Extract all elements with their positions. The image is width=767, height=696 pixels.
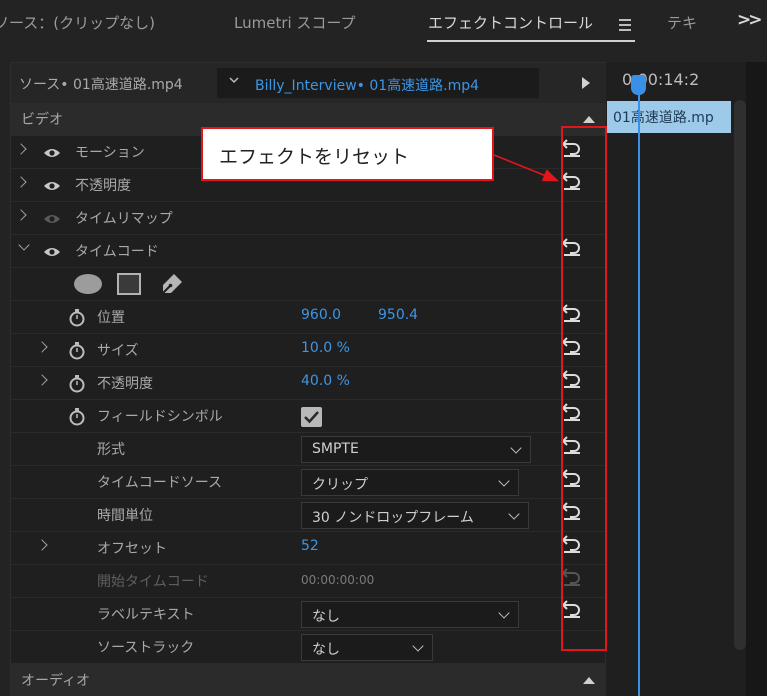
checkmark-icon xyxy=(304,411,319,424)
time-unit-dropdown[interactable]: 30 ノンドロップフレーム xyxy=(301,502,529,529)
label-text-dropdown[interactable]: なし xyxy=(301,601,519,628)
time-unit-dropdown-value: 30 ノンドロップフレーム xyxy=(312,510,474,526)
format-dropdown-value: SMPTE xyxy=(312,441,359,457)
property-label-field-symbol: フィールドシンボル xyxy=(97,409,223,425)
mask-tools-row xyxy=(11,268,607,301)
show-timeline-toggle-icon[interactable] xyxy=(582,77,590,89)
property-row-position: 位置 960.0 950.4 xyxy=(11,301,607,334)
collapse-arrow-icon[interactable] xyxy=(583,677,595,684)
expand-arrow-icon[interactable] xyxy=(36,341,48,353)
property-row-field-symbol: フィールドシンボル xyxy=(11,400,607,433)
stopwatch-icon[interactable] xyxy=(68,308,86,327)
property-label-time-unit: 時間単位 xyxy=(97,508,153,524)
property-label-opacity: 不透明度 xyxy=(97,376,153,392)
ellipse-mask-icon[interactable] xyxy=(74,274,102,294)
more-tabs-icon[interactable]: >> xyxy=(737,10,762,30)
eye-icon[interactable] xyxy=(43,147,61,159)
tab-effect-controls[interactable]: エフェクトコントロール xyxy=(428,12,593,33)
active-tab-underline xyxy=(427,40,635,42)
property-label-timecode-source: タイムコードソース xyxy=(97,475,223,491)
sequence-clip-dropdown[interactable]: Billy_Interview• 01高速道路.mp4 xyxy=(217,68,539,98)
timeline-clip[interactable]: 01高速道路.mp xyxy=(607,101,731,133)
property-label-position: 位置 xyxy=(97,310,125,326)
property-label-size: サイズ xyxy=(97,343,139,359)
expand-arrow-icon[interactable] xyxy=(15,176,27,188)
chevron-down-icon xyxy=(412,640,424,652)
pen-mask-icon[interactable] xyxy=(157,271,185,299)
expand-arrow-icon[interactable] xyxy=(15,209,27,221)
chevron-down-icon xyxy=(498,607,510,619)
position-x-value[interactable]: 960.0 xyxy=(301,307,341,323)
property-row-opacity: 不透明度 40.0 % xyxy=(11,367,607,400)
stopwatch-icon[interactable] xyxy=(68,407,86,426)
label-text-dropdown-value: なし xyxy=(312,609,340,625)
vertical-scrollbar[interactable] xyxy=(734,100,746,650)
source-track-dropdown-value: なし xyxy=(312,642,340,658)
mini-timeline[interactable]: 0:00:14:2 01高速道路.mp xyxy=(606,62,767,696)
property-row-start-timecode: 開始タイムコード 00:00:00:00 xyxy=(11,565,607,598)
expand-arrow-icon[interactable] xyxy=(36,539,48,551)
timecode-source-dropdown[interactable]: クリップ xyxy=(301,469,519,496)
source-row: ソース• 01高速道路.mp4 Billy_Interview• 01高速道路.… xyxy=(11,63,607,103)
property-row-source-track: ソーストラック なし xyxy=(11,631,607,664)
tab-text[interactable]: テキ xyxy=(667,12,697,33)
size-value[interactable]: 10.0 % xyxy=(301,340,350,356)
rectangle-mask-icon[interactable] xyxy=(117,273,141,295)
effect-label-time-remap: タイムリマップ xyxy=(75,211,173,227)
property-row-time-unit: 時間単位 30 ノンドロップフレーム xyxy=(11,499,607,532)
property-row-timecode-source: タイムコードソース クリップ xyxy=(11,466,607,499)
source-clip-label[interactable]: ソース• 01高速道路.mp4 xyxy=(19,74,183,94)
chevron-down-icon xyxy=(229,77,239,84)
property-row-label-text: ラベルテキスト なし xyxy=(11,598,607,631)
playhead-line xyxy=(638,90,640,696)
field-symbol-checkbox[interactable] xyxy=(301,407,322,427)
eye-icon xyxy=(44,215,60,223)
property-label-source-track: ソーストラック xyxy=(97,640,195,656)
effect-row-timecode: タイムコード xyxy=(11,235,607,268)
property-row-offset: オフセット 52 xyxy=(11,532,607,565)
chevron-down-icon xyxy=(498,475,510,487)
annotation-text: エフェクトをリセット xyxy=(219,146,410,168)
panel-menu-icon[interactable] xyxy=(619,19,631,34)
effect-row-time-remap: タイムリマップ xyxy=(11,202,607,235)
panel-edge xyxy=(746,62,767,696)
timecode-source-dropdown-value: クリップ xyxy=(312,477,368,493)
source-track-dropdown[interactable]: なし xyxy=(301,634,433,661)
property-row-format: 形式 SMPTE xyxy=(11,433,607,466)
effect-label-timecode: タイムコード xyxy=(75,244,159,260)
collapse-arrow-icon[interactable] xyxy=(583,116,595,123)
eye-icon[interactable] xyxy=(43,246,61,258)
audio-section-header[interactable]: オーディオ xyxy=(11,664,607,696)
expand-arrow-icon[interactable] xyxy=(15,143,27,155)
property-label-label-text: ラベルテキスト xyxy=(97,607,195,623)
offset-value[interactable]: 52 xyxy=(301,538,319,554)
opacity-value[interactable]: 40.0 % xyxy=(301,373,350,389)
effect-label-motion: モーション xyxy=(75,145,145,161)
chevron-down-icon xyxy=(510,442,522,454)
start-timecode-value: 00:00:00:00 xyxy=(301,573,375,587)
collapse-arrow-icon[interactable] xyxy=(18,239,30,251)
eye-icon[interactable] xyxy=(43,180,61,192)
stopwatch-icon[interactable] xyxy=(68,374,86,393)
property-label-start-timecode: 開始タイムコード xyxy=(97,574,209,590)
format-dropdown[interactable]: SMPTE xyxy=(301,436,531,463)
sequence-clip-label: Billy_Interview• 01高速道路.mp4 xyxy=(255,78,480,94)
reset-buttons-highlight xyxy=(561,126,607,651)
position-y-value[interactable]: 950.4 xyxy=(378,307,418,323)
stopwatch-icon[interactable] xyxy=(68,341,86,360)
tab-lumetri-scopes[interactable]: Lumetri スコープ xyxy=(234,12,356,33)
effect-label-opacity: 不透明度 xyxy=(75,178,131,194)
chevron-down-icon xyxy=(508,508,520,520)
property-label-offset: オフセット xyxy=(97,541,167,557)
video-section-title: ビデオ xyxy=(21,112,63,128)
panel-tab-bar: ソース：(クリップなし) Lumetri スコープ エフェクトコントロール テキ… xyxy=(0,0,767,46)
property-label-format: 形式 xyxy=(97,442,125,458)
timeline-clip-label: 01高速道路.mp xyxy=(613,110,714,126)
audio-section-title: オーディオ xyxy=(21,673,91,689)
property-row-size: サイズ 10.0 % xyxy=(11,334,607,367)
annotation-callout: エフェクトをリセット xyxy=(201,127,494,181)
tab-source[interactable]: ソース：(クリップなし) xyxy=(0,12,155,33)
expand-arrow-icon[interactable] xyxy=(36,374,48,386)
